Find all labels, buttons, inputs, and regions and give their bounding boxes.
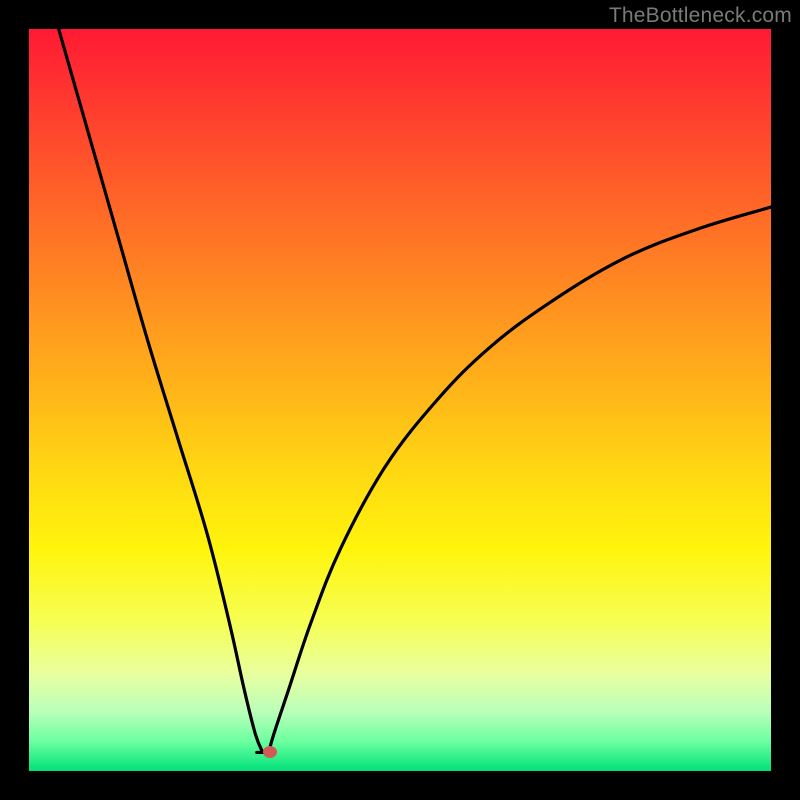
bottleneck-curve xyxy=(29,29,771,771)
watermark-text: TheBottleneck.com xyxy=(609,4,792,28)
chart-frame: TheBottleneck.com xyxy=(0,0,800,800)
plot-area xyxy=(29,29,771,771)
optimal-point-marker xyxy=(263,746,277,758)
